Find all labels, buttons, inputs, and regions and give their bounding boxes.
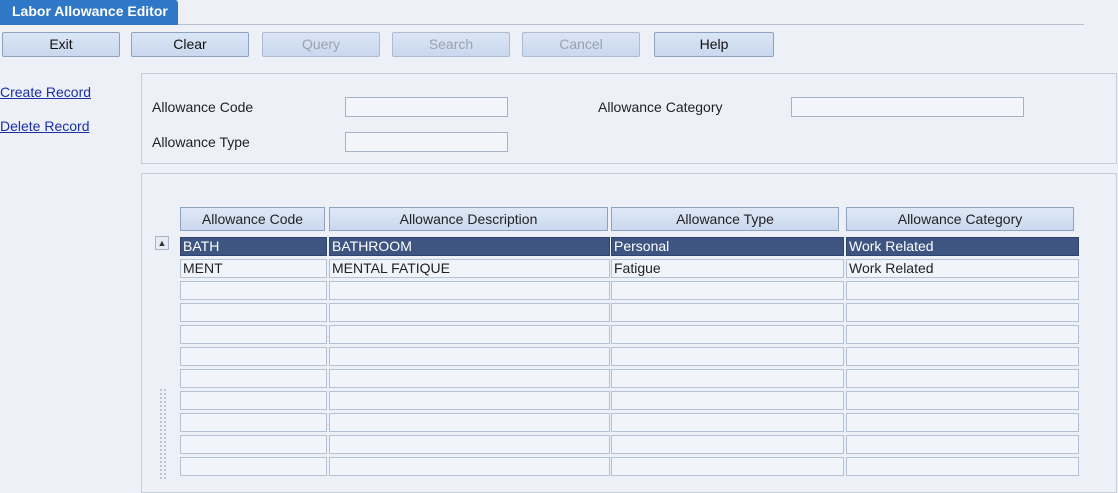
cell-allowance-description[interactable] [329, 303, 610, 322]
cell-allowance-category[interactable] [846, 457, 1079, 476]
scroll-grip-icon[interactable] [159, 388, 167, 480]
column-header-allowance-description[interactable]: Allowance Description [329, 207, 608, 231]
cell-allowance-category[interactable] [846, 303, 1079, 322]
tab-divider [178, 24, 1084, 25]
cell-allowance-code[interactable]: MENT [180, 259, 327, 278]
scroll-up-arrow-icon[interactable]: ▲ [155, 236, 169, 250]
cell-allowance-code[interactable] [180, 303, 327, 322]
allowance-type-field[interactable] [345, 132, 508, 152]
cell-allowance-description[interactable] [329, 457, 610, 476]
cancel-button[interactable]: Cancel [522, 32, 640, 57]
allowance-category-field[interactable] [791, 97, 1024, 117]
cell-allowance-category[interactable] [846, 369, 1079, 388]
column-header-allowance-type[interactable]: Allowance Type [611, 207, 839, 231]
cell-allowance-description[interactable] [329, 391, 610, 410]
cell-allowance-category[interactable] [846, 325, 1079, 344]
cell-allowance-code[interactable]: BATH [180, 237, 327, 256]
cell-allowance-category[interactable]: Work Related [846, 237, 1079, 256]
cell-allowance-category[interactable] [846, 347, 1079, 366]
cell-allowance-code[interactable] [180, 325, 327, 344]
cell-allowance-type[interactable] [611, 391, 844, 410]
cell-allowance-type[interactable] [611, 413, 844, 432]
cell-allowance-description[interactable] [329, 347, 610, 366]
create-record-link[interactable]: Create Record [0, 84, 91, 100]
cell-allowance-type[interactable] [611, 347, 844, 366]
exit-button[interactable]: Exit [2, 32, 120, 57]
cell-allowance-type[interactable] [611, 303, 844, 322]
cell-allowance-description[interactable] [329, 281, 610, 300]
allowance-code-field[interactable] [345, 97, 508, 117]
cell-allowance-category[interactable] [846, 281, 1079, 300]
cell-allowance-description[interactable]: BATHROOM [329, 237, 610, 256]
help-button[interactable]: Help [654, 32, 774, 57]
cell-allowance-category[interactable]: Work Related [846, 259, 1079, 278]
clear-button[interactable]: Clear [131, 32, 249, 57]
cell-allowance-type[interactable]: Fatigue [611, 259, 844, 278]
cell-allowance-description[interactable] [329, 325, 610, 344]
cell-allowance-description[interactable] [329, 369, 610, 388]
tab-labor-allowance-editor[interactable]: Labor Allowance Editor [0, 0, 178, 25]
cell-allowance-type[interactable] [611, 325, 844, 344]
cell-allowance-code[interactable] [180, 391, 327, 410]
cell-allowance-type[interactable] [611, 457, 844, 476]
cell-allowance-code[interactable] [180, 435, 327, 454]
allowance-type-label: Allowance Type [152, 134, 250, 150]
cell-allowance-category[interactable] [846, 435, 1079, 454]
column-header-allowance-code[interactable]: Allowance Code [180, 207, 325, 231]
cell-allowance-code[interactable] [180, 281, 327, 300]
search-button[interactable]: Search [392, 32, 510, 57]
allowance-code-label: Allowance Code [152, 99, 254, 115]
cell-allowance-type[interactable] [611, 281, 844, 300]
cell-allowance-description[interactable] [329, 413, 610, 432]
cell-allowance-description[interactable]: MENTAL FATIQUE [329, 259, 610, 278]
cell-allowance-code[interactable] [180, 369, 327, 388]
query-button[interactable]: Query [262, 32, 380, 57]
allowance-category-label: Allowance Category [598, 99, 723, 115]
filter-panel: Allowance Code Allowance Category Allowa… [141, 73, 1117, 164]
cell-allowance-type[interactable] [611, 369, 844, 388]
cell-allowance-description[interactable] [329, 435, 610, 454]
column-header-allowance-category[interactable]: Allowance Category [846, 207, 1074, 231]
cell-allowance-code[interactable] [180, 413, 327, 432]
cell-allowance-type[interactable]: Personal [611, 237, 844, 256]
cell-allowance-code[interactable] [180, 347, 327, 366]
cell-allowance-type[interactable] [611, 435, 844, 454]
cell-allowance-code[interactable] [180, 457, 327, 476]
cell-allowance-category[interactable] [846, 413, 1079, 432]
cell-allowance-category[interactable] [846, 391, 1079, 410]
delete-record-link[interactable]: Delete Record [0, 118, 90, 134]
